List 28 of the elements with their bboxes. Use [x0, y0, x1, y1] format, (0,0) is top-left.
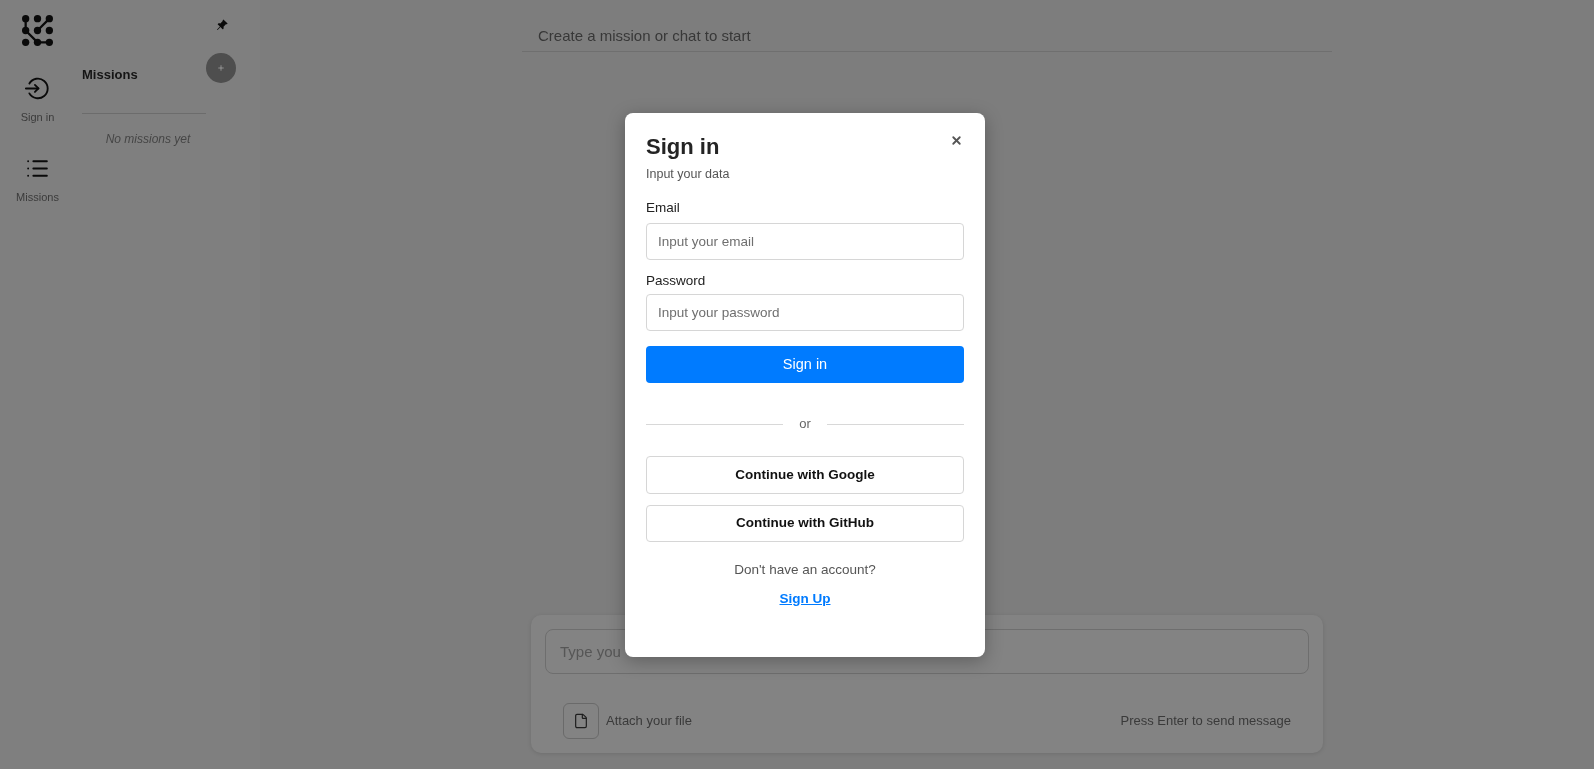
rail-nav-item[interactable]: Sign in [20, 77, 55, 124]
panel-title: Missions [82, 67, 138, 83]
sign-in-button[interactable]: Sign in [646, 346, 964, 383]
empty-state-text: No missions yet [104, 131, 192, 147]
header-title: Create a mission or chat to start [538, 27, 752, 45]
text-input-field[interactable]: Input your email [646, 223, 964, 260]
sign-in-icon [25, 77, 50, 101]
logo-icon [22, 15, 53, 46]
file-icon [573, 713, 589, 729]
account-prompt: Don't have an account? [734, 562, 876, 578]
close-icon [949, 133, 963, 147]
field-label: Email [646, 200, 680, 216]
provider-button[interactable]: Continue with Google [646, 456, 964, 494]
plus-icon [217, 64, 225, 72]
divider-text: or [799, 416, 811, 432]
dialog-title: Sign in [646, 134, 720, 160]
pin-button[interactable] [216, 19, 228, 31]
dialog-subtitle: Input your data [646, 166, 730, 182]
pin-icon [216, 19, 228, 31]
close-button[interactable] [949, 133, 963, 147]
attach-label: Attach your file [606, 713, 692, 729]
rail-nav-item[interactable]: Missions [16, 156, 59, 204]
attach-file-button[interactable] [563, 703, 599, 739]
field-label: Password [646, 273, 706, 289]
sign-up-link[interactable]: Sign Up [779, 591, 831, 607]
text-input-field[interactable]: Input your password [646, 294, 964, 331]
provider-button[interactable]: Continue with GitHub [646, 505, 964, 542]
send-hint-text: Press Enter to send message [1120, 713, 1291, 729]
